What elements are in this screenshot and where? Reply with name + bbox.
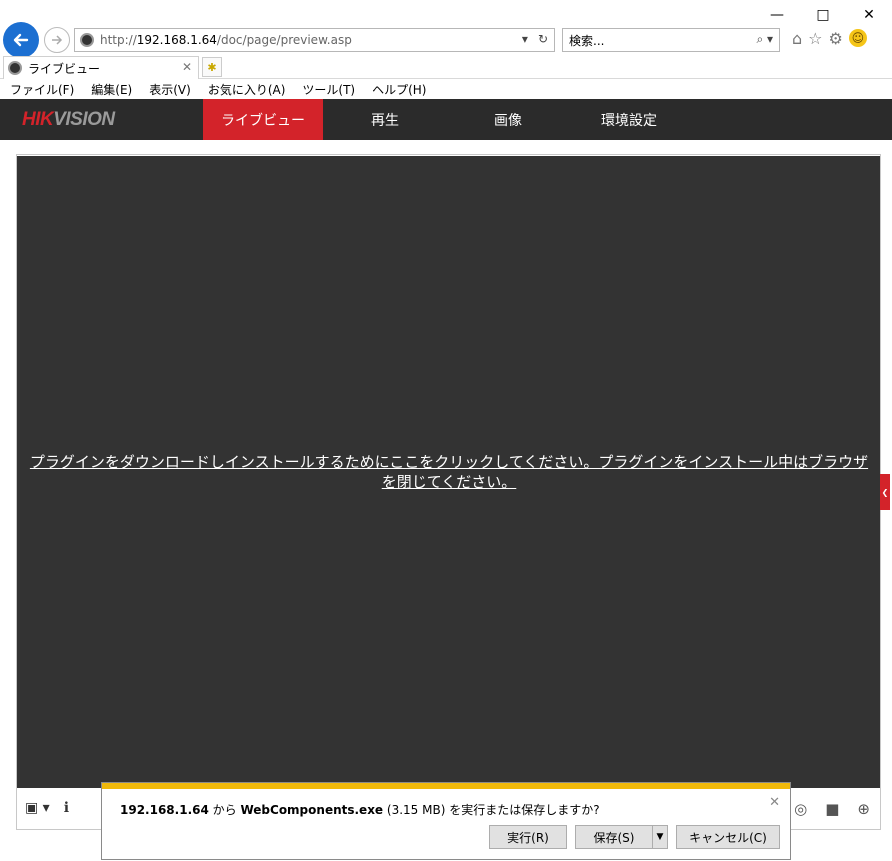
tab-playback[interactable]: 再生 [323, 99, 447, 140]
navigation-row: http://192.168.1.64/doc/page/preview.asp… [0, 22, 892, 58]
url-path: /doc/page/preview.asp [216, 33, 352, 47]
back-arrow-icon [13, 33, 29, 47]
favorites-star-icon[interactable]: ☆ [808, 29, 822, 48]
download-host: 192.168.1.64 [120, 803, 209, 817]
notification-accent [102, 783, 790, 789]
tab-configuration[interactable]: 環境設定 [569, 99, 689, 140]
menu-bar: ファイル(F) 編集(E) 表示(V) お気に入り(A) ツール(T) ヘルプ(… [0, 79, 892, 99]
tab-picture[interactable]: 画像 [447, 99, 569, 140]
toolbar-right: ◎ ■ ⊕ [794, 800, 870, 818]
forward-arrow-icon [52, 35, 63, 45]
home-icon[interactable]: ⌂ [792, 29, 802, 48]
hikvision-logo: HIKVISION [22, 109, 115, 131]
search-input[interactable]: 検索... [569, 32, 604, 49]
plugin-download-link[interactable]: プラグインをダウンロードしインストールするためにここをクリックしてください。プラ… [24, 452, 874, 492]
download-notification-bar: 192.168.1.64 から WebComponents.exe (3.15 … [101, 782, 791, 860]
logo-red-part: HIK [22, 109, 54, 130]
back-button[interactable] [3, 22, 39, 58]
refresh-icon[interactable]: ↻ [538, 32, 548, 46]
save-button[interactable]: 保存(S) [575, 825, 653, 849]
menu-help[interactable]: ヘルプ(H) [372, 81, 426, 98]
app-header: HIKVISION ライブビュー 再生 画像 環境設定 [0, 99, 892, 140]
menu-favorites[interactable]: お気に入り(A) [208, 81, 286, 98]
menu-tools[interactable]: ツール(T) [302, 81, 355, 98]
tab-row: ライブビュー ✕ ✱ [0, 55, 892, 79]
side-panel-toggle-icon[interactable]: ❮ [880, 474, 890, 510]
tab-title: ライブビュー [28, 61, 101, 76]
download-question: を実行または保存しますか? [449, 803, 600, 817]
zoom-icon[interactable]: ⊕ [857, 800, 870, 818]
toolbar-left: ▣ ▾ ℹ [25, 800, 69, 816]
logo-grey-part: VISION [53, 109, 115, 130]
download-buttons: 実行(R) 保存(S) ▼ キャンセル(C) [489, 825, 780, 849]
tab-liveview-nav[interactable]: ライブビュー [203, 99, 323, 140]
feedback-smiley-icon[interactable]: ☺ [848, 29, 867, 47]
search-box[interactable]: 検索... ⌕ ▾ [562, 28, 780, 52]
save-options-chevron-down-icon[interactable]: ▼ [652, 825, 668, 849]
url-host: 192.168.1.64 [136, 33, 217, 47]
search-icon[interactable]: ⌕ ▾ [756, 32, 773, 47]
site-favicon-icon [80, 33, 94, 47]
address-bar[interactable]: http://192.168.1.64/doc/page/preview.asp… [74, 28, 555, 52]
menu-file[interactable]: ファイル(F) [10, 81, 74, 98]
tab-liveview[interactable]: ライブビュー ✕ [3, 56, 199, 79]
download-file: WebComponents.exe [240, 803, 384, 817]
gear-icon[interactable]: ⚙ [829, 29, 843, 48]
dropdown-icon[interactable]: ▾ [522, 32, 528, 46]
run-button[interactable]: 実行(R) [489, 825, 567, 849]
browser-chrome: — □ ✕ http://192.168.1.64/doc/page/previ… [0, 0, 892, 100]
menu-edit[interactable]: 編集(E) [91, 81, 132, 98]
browser-toolbar-icons: ⌂ ☆ ⚙ ☺ [792, 29, 867, 48]
record-icon[interactable]: ■ [825, 800, 839, 818]
cancel-button[interactable]: キャンセル(C) [676, 825, 780, 849]
forward-button[interactable] [44, 27, 70, 53]
tab-close-icon[interactable]: ✕ [182, 60, 192, 74]
notification-close-icon[interactable]: ✕ [769, 795, 780, 810]
download-size: (3.15 MB) [383, 803, 450, 817]
menu-view[interactable]: 表示(V) [149, 81, 191, 98]
address-tools: ▾ ↻ [522, 32, 548, 46]
download-from: から [208, 803, 241, 817]
new-tab-button[interactable]: ✱ [202, 57, 222, 77]
main-nav: ライブビュー 再生 画像 環境設定 [203, 99, 689, 140]
stream-select-icon[interactable]: ℹ [64, 800, 69, 816]
download-message: 192.168.1.64 から WebComponents.exe (3.15 … [120, 801, 600, 818]
window-layout-icon[interactable]: ▣ ▾ [25, 800, 50, 816]
tab-favicon-icon [8, 61, 22, 75]
camera-capture-icon[interactable]: ◎ [794, 800, 807, 818]
url-prefix: http:// [100, 33, 137, 47]
